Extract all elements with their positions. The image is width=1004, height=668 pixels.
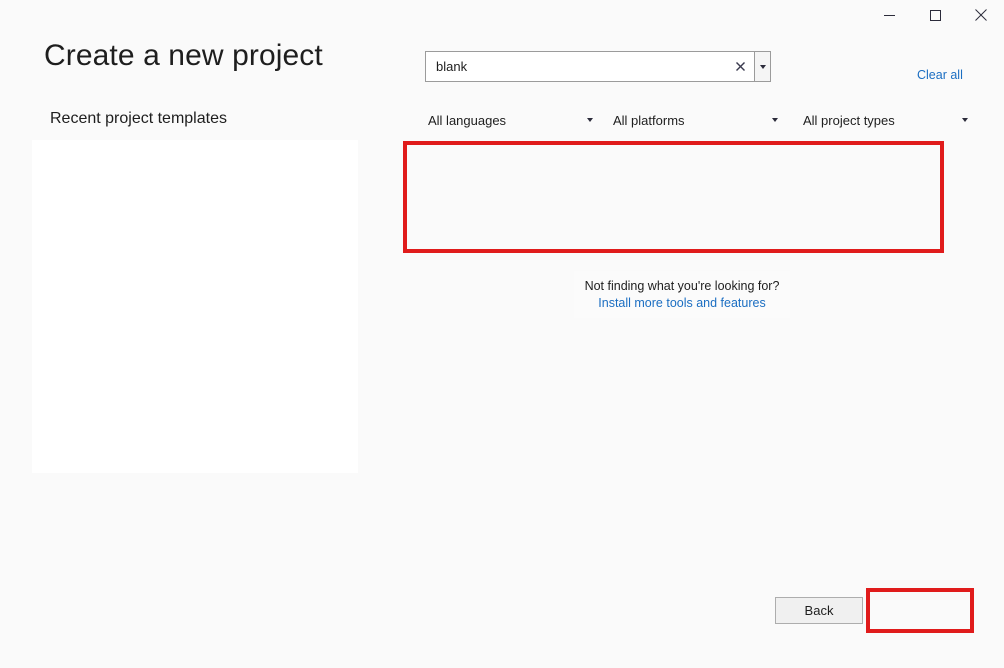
visual-studio-solution-icon [439,164,469,194]
close-button[interactable] [958,0,1004,30]
chevron-down-icon [772,118,778,122]
search-box[interactable] [425,51,771,82]
filter-project-types[interactable]: All project types [803,108,968,132]
recent-templates-heading: Recent project templates [50,110,227,127]
install-more-tools-link[interactable]: Install more tools and features [598,295,765,312]
filter-row: All languages All platforms All project … [425,108,970,132]
template-title-rest: Solution [514,163,566,178]
search-field[interactable] [425,51,754,82]
next-button[interactable]: Next [872,597,967,624]
chevron-down-icon [759,64,766,69]
clear-all-link[interactable]: Clear all [917,68,963,82]
filter-languages[interactable]: All languages [428,108,593,132]
template-result-description: Create an empty solution containing no p… [482,182,757,197]
chevron-down-icon [587,118,593,122]
template-result-title: Blank Solution [482,162,757,179]
filter-platforms-label: All platforms [613,112,685,128]
search-input[interactable] [436,59,730,74]
close-icon [735,59,745,74]
not-finding-block: Not finding what you're looking for? Ins… [574,271,790,318]
minimize-button[interactable] [866,0,912,30]
filter-languages-label: All languages [428,112,507,128]
close-icon [975,9,987,21]
minimize-icon [883,10,895,21]
maximize-icon [929,9,941,21]
search-clear-button[interactable] [730,53,750,81]
not-finding-question: Not finding what you're looking for? [584,278,780,293]
page-title: Create a new project [44,39,323,72]
filter-project-types-label: All project types [803,112,895,128]
template-result-item[interactable]: Blank Solution Create an empty solution … [423,152,931,230]
back-button[interactable]: Back [775,597,863,624]
filter-platforms[interactable]: All platforms [613,108,778,132]
maximize-button[interactable] [912,0,958,30]
template-title-match: Blank [482,163,515,178]
results-separator [423,239,931,240]
template-tag-row: Other [482,207,757,228]
template-result-body: Blank Solution Create an empty solution … [482,162,757,230]
recent-templates-panel[interactable] [32,140,358,473]
chevron-down-icon [962,118,968,122]
template-results-list[interactable]: Blank Solution Create an empty solution … [409,147,938,247]
window-titlebar [0,0,1004,31]
search-history-dropdown[interactable] [754,51,771,82]
template-tag: Other [482,207,532,228]
